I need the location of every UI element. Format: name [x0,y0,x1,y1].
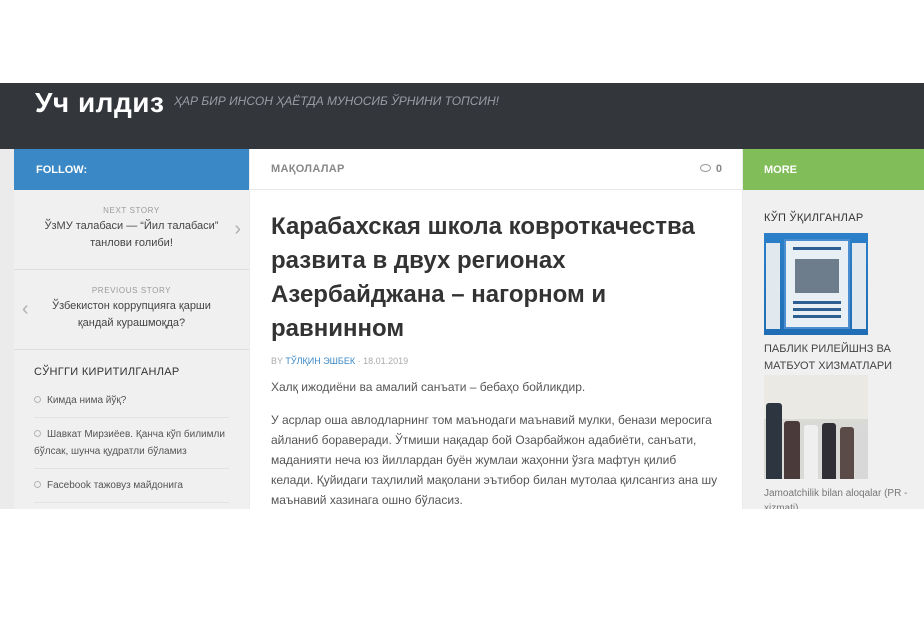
popular-thumbnail-1[interactable] [764,233,868,335]
article-byline: BY ТЎЛҚИН ЭШБЕК · 18.01.2019 [271,356,742,366]
thumbnail-decor [793,315,841,318]
circle-bullet-icon [34,396,41,403]
left-sidebar: FOLLOW: NEXT STORY ЎзМУ талабаси — “Йил … [14,149,249,509]
previous-story-title[interactable]: Ўзбекистон коррупцияга қарши қандай кура… [14,298,249,332]
site-header: Уч илдиз ҲАР БИР ИНСОН ҲАЁТДА МУНОСИБ ЎР… [0,83,924,149]
list-item[interactable]: Facebook тажовуз майдонига [34,475,229,503]
popular-thumbnail-2[interactable] [764,375,868,479]
article-date: · 18.01.2019 [357,356,409,366]
next-story-caption: NEXT STORY [103,206,160,215]
section-label[interactable]: МАҚОЛАЛАР [271,163,345,175]
article-lead: Халқ ижодиёни ва амалий санъати – бебаҳо… [271,380,586,394]
recent-post-link[interactable]: Facebook тажовуз майдонига [47,480,183,491]
thumbnail-decor [804,425,818,479]
byline-prefix: BY [271,356,283,366]
thumbnail-decor [856,425,868,479]
previous-story-caption: PREVIOUS STORY [91,286,172,295]
thumbnail-decor [795,259,839,293]
thumbnail-decor [793,308,841,311]
comment-count-value: 0 [715,163,722,175]
thumbnail-decor [766,243,780,329]
thumbnail-board [784,239,850,329]
list-item[interactable]: Шавкат Мирзиёев. Қанча кўп билимли бўлса… [34,424,229,469]
site-tagline: ҲАР БИР ИНСОН ҲАЁТДА МУНОСИБ ЎРНИНИ ТОПС… [174,94,499,108]
chevron-right-icon[interactable]: › [234,218,241,241]
thumbnail-decor [793,247,841,250]
thumbnail-decor [822,423,836,479]
article-body: У асрлар оша авлодларнинг том маънодаги … [271,413,718,507]
popular-heading: КЎП ЎҚИЛГАНЛАР [764,212,864,224]
thumbnail-decor [840,427,854,479]
recent-posts-list: Кимда нима йўқ? Шавкат Мирзиёев. Қанча к… [34,390,229,503]
chevron-left-icon[interactable]: ‹ [22,298,29,321]
thumbnail-decor [852,243,866,329]
popular-item-caption[interactable]: ПАБЛИК РИЛЕЙШНЗ ВА МАТБУОТ ХИЗМАТЛАРИ [764,341,914,375]
site-title[interactable]: Уч илдиз [35,87,164,119]
browser-page: Уч илдиз ҲАР БИР ИНСОН ҲАЁТДА МУНОСИБ ЎР… [0,83,924,509]
comment-count[interactable]: 0 [699,163,722,175]
previous-story[interactable]: PREVIOUS STORY Ўзбекистон коррупцияга қа… [14,270,249,350]
main-content: МАҚОЛАЛАР 0 Карабахская школа ковроткаче… [250,149,742,509]
section-header: МАҚОЛАЛАР 0 [250,149,742,190]
article-headline: Карабахская школа ковроткачества развита… [271,213,695,342]
next-story-title[interactable]: ЎзМУ талабаси — “Йил талабаси” танлови ғ… [14,218,249,252]
comment-bubble-icon [699,164,711,172]
thumbnail-decor [793,301,841,304]
recent-posts-heading: СЎНГГИ КИРИТИЛГАНЛАР [34,366,180,378]
author-link[interactable]: ТЎЛҚИН ЭШБЕК [285,356,355,366]
thumbnail-decor [766,403,782,479]
circle-bullet-icon [34,481,41,488]
recent-post-link[interactable]: Кимда нима йўқ? [47,395,126,406]
circle-bullet-icon [34,430,41,437]
list-item[interactable]: Кимда нима йўқ? [34,390,229,418]
popular-item-caption[interactable]: Jamoatchilik bilan aloqalar (PR - xizmat… [764,486,914,509]
more-bar: MORE [743,149,924,190]
next-story[interactable]: NEXT STORY ЎзМУ талабаси — “Йил талабаси… [14,190,249,270]
thumbnail-decor [784,421,800,479]
follow-bar: FOLLOW: [14,149,249,190]
right-sidebar: MORE КЎП ЎҚИЛГАНЛАР ПАБЛИК РИЛЕЙШНЗ ВА М… [743,149,924,509]
recent-post-link[interactable]: Шавкат Мирзиёев. Қанча кўп билимли бўлса… [34,429,225,457]
